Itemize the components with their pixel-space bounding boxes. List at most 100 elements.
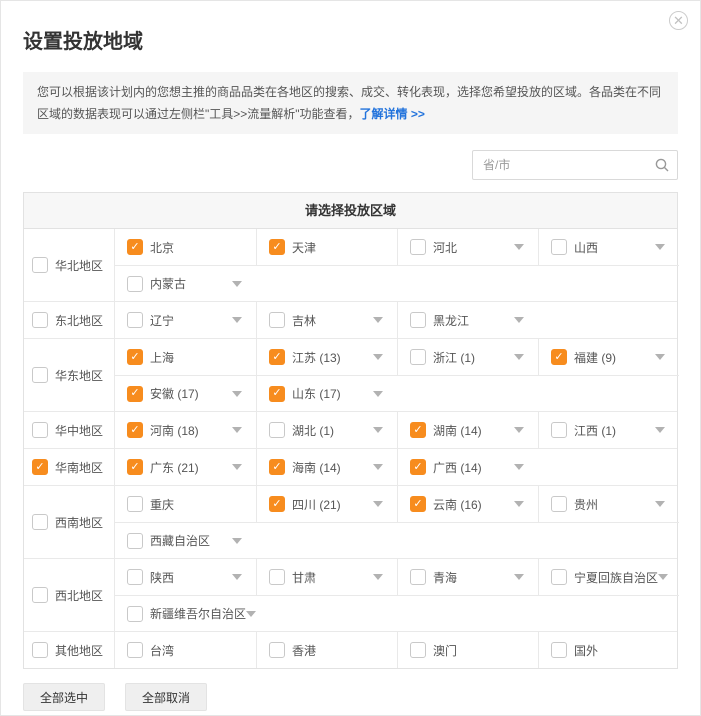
chevron-down-icon[interactable]: [232, 427, 242, 433]
province-checkbox[interactable]: [127, 496, 143, 512]
province-lines: 辽宁吉林黑龙江: [115, 302, 677, 338]
chevron-down-icon[interactable]: [514, 317, 524, 323]
province-checkbox[interactable]: [269, 422, 285, 438]
region-cell: 华北地区: [24, 229, 115, 301]
province-city-search-input[interactable]: [472, 150, 678, 180]
province-cell: 吉林: [256, 302, 397, 338]
province-lines: 重庆✓四川 (21)✓云南 (16)贵州西藏自治区: [115, 486, 679, 558]
region-cell: 东北地区: [24, 302, 115, 338]
province-checkbox[interactable]: ✓: [127, 459, 143, 475]
chevron-down-icon[interactable]: [514, 354, 524, 360]
province-label: 西藏自治区: [150, 532, 210, 549]
region-checkbox[interactable]: [32, 257, 48, 273]
chevron-down-icon[interactable]: [232, 574, 242, 580]
province-checkbox[interactable]: [127, 606, 143, 622]
select-all-button[interactable]: 全部选中: [23, 683, 105, 711]
province-checkbox[interactable]: [127, 312, 143, 328]
close-icon[interactable]: ✕: [669, 11, 688, 30]
chevron-down-icon[interactable]: [232, 317, 242, 323]
chevron-down-icon[interactable]: [514, 574, 524, 580]
chevron-down-icon[interactable]: [232, 538, 242, 544]
search-row: [23, 150, 678, 180]
chevron-down-icon[interactable]: [655, 244, 665, 250]
province-checkbox[interactable]: [127, 642, 143, 658]
search-icon[interactable]: [655, 158, 669, 172]
province-cell: 河北: [397, 229, 538, 265]
chevron-down-icon[interactable]: [373, 354, 383, 360]
province-label: 贵州: [574, 496, 598, 513]
chevron-down-icon[interactable]: [232, 281, 242, 287]
learn-more-link[interactable]: 了解详情 >>: [360, 107, 425, 121]
region-checkbox[interactable]: [32, 422, 48, 438]
region-checkbox[interactable]: [32, 587, 48, 603]
province-cell: 新疆维吾尔自治区: [115, 596, 256, 631]
region-row: 华中地区✓河南 (18)湖北 (1)✓湖南 (14)江西 (1): [24, 412, 677, 449]
province-checkbox[interactable]: [551, 422, 567, 438]
province-checkbox[interactable]: ✓: [127, 239, 143, 255]
region-row: 其他地区台湾香港澳门国外: [24, 632, 677, 668]
province-checkbox[interactable]: [551, 239, 567, 255]
province-cell: ✓广东 (21): [115, 449, 256, 485]
province-line: 内蒙古: [115, 265, 679, 301]
chevron-down-icon[interactable]: [655, 354, 665, 360]
province-cell: ✓上海: [115, 339, 256, 375]
chevron-down-icon[interactable]: [514, 501, 524, 507]
chevron-down-icon[interactable]: [373, 427, 383, 433]
chevron-down-icon[interactable]: [514, 244, 524, 250]
province-checkbox[interactable]: [410, 312, 426, 328]
province-checkbox[interactable]: ✓: [269, 496, 285, 512]
province-checkbox[interactable]: [551, 642, 567, 658]
province-cell: 黑龙江: [397, 302, 538, 338]
province-checkbox[interactable]: [269, 642, 285, 658]
chevron-down-icon[interactable]: [373, 391, 383, 397]
province-label: 河北: [433, 239, 457, 256]
province-checkbox[interactable]: ✓: [127, 422, 143, 438]
province-checkbox[interactable]: [551, 496, 567, 512]
province-checkbox[interactable]: [127, 276, 143, 292]
chevron-down-icon[interactable]: [246, 611, 256, 617]
chevron-down-icon[interactable]: [232, 464, 242, 470]
province-checkbox[interactable]: ✓: [410, 459, 426, 475]
region-checkbox[interactable]: [32, 367, 48, 383]
province-checkbox[interactable]: ✓: [269, 349, 285, 365]
chevron-down-icon[interactable]: [373, 464, 383, 470]
province-line: ✓广东 (21)✓海南 (14)✓广西 (14): [115, 449, 677, 485]
province-checkbox[interactable]: [127, 533, 143, 549]
province-checkbox[interactable]: [127, 569, 143, 585]
chevron-down-icon[interactable]: [655, 427, 665, 433]
province-checkbox[interactable]: ✓: [410, 496, 426, 512]
province-checkbox[interactable]: [410, 569, 426, 585]
region-checkbox[interactable]: [32, 642, 48, 658]
chevron-down-icon[interactable]: [373, 574, 383, 580]
province-cell: 浙江 (1): [397, 339, 538, 375]
province-label: 黑龙江: [433, 312, 469, 329]
province-checkbox[interactable]: [410, 349, 426, 365]
chevron-down-icon[interactable]: [655, 501, 665, 507]
province-line: ✓上海✓江苏 (13)浙江 (1)✓福建 (9): [115, 339, 679, 375]
province-checkbox[interactable]: [269, 312, 285, 328]
province-checkbox[interactable]: ✓: [127, 349, 143, 365]
chevron-down-icon[interactable]: [373, 317, 383, 323]
chevron-down-icon[interactable]: [514, 464, 524, 470]
chevron-down-icon[interactable]: [514, 427, 524, 433]
province-checkbox[interactable]: [410, 642, 426, 658]
chevron-down-icon[interactable]: [373, 501, 383, 507]
province-checkbox[interactable]: ✓: [269, 386, 285, 402]
province-checkbox[interactable]: [269, 569, 285, 585]
province-checkbox[interactable]: ✓: [410, 422, 426, 438]
province-checkbox[interactable]: ✓: [127, 386, 143, 402]
province-checkbox[interactable]: ✓: [269, 239, 285, 255]
region-checkbox[interactable]: [32, 514, 48, 530]
chevron-down-icon[interactable]: [232, 391, 242, 397]
region-checkbox[interactable]: ✓: [32, 459, 48, 475]
province-checkbox[interactable]: [551, 569, 567, 585]
deselect-all-button[interactable]: 全部取消: [125, 683, 207, 711]
region-checkbox[interactable]: [32, 312, 48, 328]
province-label: 湖南 (14): [433, 422, 482, 439]
province-cell: 青海: [397, 559, 538, 595]
province-checkbox[interactable]: ✓: [551, 349, 567, 365]
province-checkbox[interactable]: [410, 239, 426, 255]
province-cell: ✓福建 (9): [538, 339, 679, 375]
chevron-down-icon[interactable]: [658, 574, 668, 580]
province-checkbox[interactable]: ✓: [269, 459, 285, 475]
